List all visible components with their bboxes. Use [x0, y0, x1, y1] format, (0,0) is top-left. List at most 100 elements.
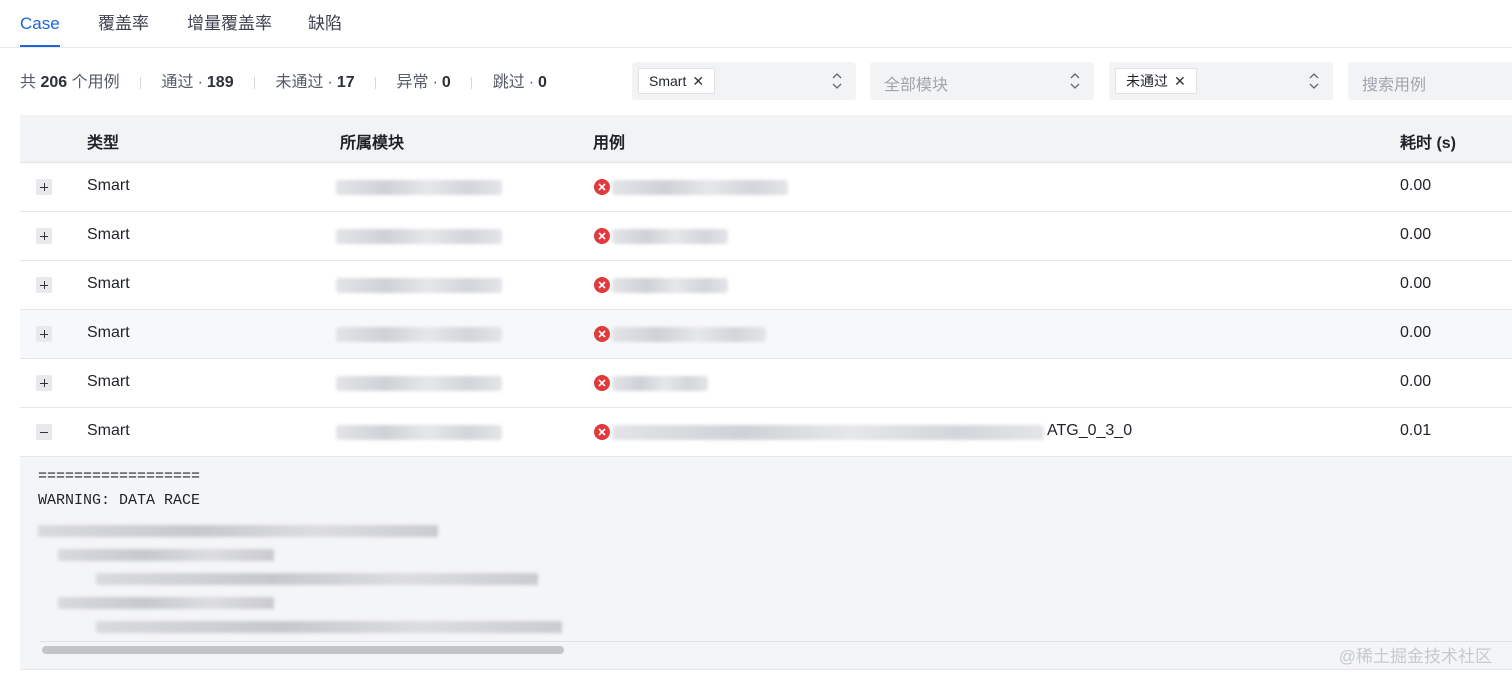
failed-label: 未通过	[275, 74, 324, 91]
cell-duration: 0.01	[1400, 422, 1432, 439]
expand-icon[interactable]	[36, 179, 52, 195]
chip-label: 未通过	[1126, 73, 1168, 89]
redacted-case-name[interactable]	[612, 376, 708, 391]
error-label: 异常	[396, 74, 429, 91]
header-type: 类型	[87, 135, 120, 152]
error-count: 0	[441, 74, 451, 91]
cell-type: Smart	[87, 324, 130, 341]
redacted-log-line	[58, 549, 274, 561]
header-module: 所属模块	[340, 135, 405, 152]
cell-type: Smart	[87, 422, 130, 439]
watermark: @稀土掘金技术社区	[1338, 647, 1492, 666]
dot: ·	[197, 74, 203, 91]
fail-status-icon	[594, 424, 610, 440]
fail-status-icon	[594, 277, 610, 293]
dot: ·	[528, 74, 535, 91]
expand-icon[interactable]	[36, 326, 52, 342]
redacted-module	[336, 327, 502, 342]
chip-remove-icon[interactable]: ✕	[1174, 73, 1186, 89]
horizontal-scrollbar[interactable]	[40, 641, 1512, 659]
expand-icon[interactable]	[36, 228, 52, 244]
scrollbar-thumb[interactable]	[42, 646, 564, 654]
fail-status-icon	[594, 228, 610, 244]
search-case-input[interactable]: 搜索用例	[1348, 62, 1512, 100]
expand-icon[interactable]	[36, 375, 52, 391]
status-filter-chip: 未通过 ✕	[1115, 68, 1197, 94]
table-row-expanded[interactable]: Smart ATG_0_3_0 0.01	[20, 408, 1512, 457]
header-duration: 耗时 (s)	[1400, 135, 1457, 152]
total-prefix: 共	[20, 74, 37, 91]
passed-label: 通过	[161, 74, 194, 91]
skipped-label: 跳过	[492, 74, 525, 91]
table-row[interactable]: Smart 0.00	[20, 212, 1512, 261]
redacted-log-line	[96, 573, 538, 585]
module-placeholder: 全部模块	[884, 77, 949, 94]
divider	[471, 76, 473, 89]
dot: ·	[432, 74, 438, 91]
failed-count: 17	[336, 74, 355, 91]
cell-type: Smart	[87, 177, 130, 194]
case-log-output: ================== WARNING: DATA RACE	[20, 457, 1512, 670]
redacted-case-name[interactable]	[612, 229, 728, 244]
redacted-module	[336, 376, 502, 391]
chevron-up-down-icon	[1309, 71, 1319, 91]
divider	[254, 76, 256, 89]
redacted-module	[336, 278, 502, 293]
redacted-case-name[interactable]	[612, 278, 728, 293]
type-filter-select[interactable]: Smart ✕	[632, 62, 856, 100]
log-line: ==================	[38, 468, 201, 485]
fail-status-icon	[594, 375, 610, 391]
redacted-case-name[interactable]	[612, 425, 1044, 440]
table-row[interactable]: Smart 0.00	[20, 261, 1512, 310]
status-filter-select[interactable]: 未通过 ✕	[1109, 62, 1333, 100]
cell-duration: 0.00	[1400, 177, 1432, 194]
redacted-log-line	[58, 597, 274, 609]
tab-incremental-coverage[interactable]: 增量覆盖率	[187, 12, 272, 46]
case-name-suffix: ATG_0_3_0	[1047, 422, 1133, 439]
collapse-icon[interactable]	[36, 424, 52, 440]
total-count: 206	[40, 74, 68, 91]
table-row[interactable]: Smart 0.00	[20, 163, 1512, 212]
table-row[interactable]: Smart 0.00	[20, 310, 1512, 359]
type-filter-chip: Smart ✕	[638, 68, 716, 94]
expand-icon[interactable]	[36, 277, 52, 293]
log-text: ================== WARNING: DATA RACE	[38, 465, 200, 513]
redacted-log-line	[96, 621, 562, 633]
chevron-up-down-icon	[832, 71, 842, 91]
redacted-module	[336, 180, 502, 195]
cell-duration: 0.00	[1400, 373, 1432, 390]
case-summary: 共 206 个用例 通过 · 189 未通过 · 17 异常 · 0 跳过 · 0	[20, 72, 547, 94]
chip-label: Smart	[649, 73, 687, 89]
redacted-module	[336, 425, 502, 440]
redacted-case-name[interactable]	[612, 327, 766, 342]
fail-status-icon	[594, 179, 610, 195]
table-header: 类型 所属模块 用例 耗时 (s)	[20, 115, 1512, 163]
divider	[375, 76, 377, 89]
cell-duration: 0.00	[1400, 226, 1432, 243]
chevron-up-down-icon	[1070, 71, 1080, 91]
cell-type: Smart	[87, 275, 130, 292]
module-filter-select[interactable]: 全部模块	[870, 62, 1094, 100]
tab-bar: Case 覆盖率 增量覆盖率 缺陷	[0, 0, 1512, 48]
dot: ·	[327, 74, 333, 91]
fail-status-icon	[594, 326, 610, 342]
total-suffix: 个用例	[71, 74, 120, 91]
cell-duration: 0.00	[1400, 324, 1432, 341]
chip-remove-icon[interactable]: ✕	[692, 73, 704, 89]
tab-defects[interactable]: 缺陷	[308, 12, 342, 46]
tab-coverage[interactable]: 覆盖率	[98, 12, 149, 46]
skipped-count: 0	[538, 74, 547, 91]
tab-case[interactable]: Case	[20, 12, 60, 47]
cell-type: Smart	[87, 226, 130, 243]
cell-duration: 0.00	[1400, 275, 1432, 292]
redacted-module	[336, 229, 502, 244]
redacted-log-line	[38, 525, 438, 537]
passed-count: 189	[206, 74, 234, 91]
divider	[140, 76, 142, 89]
header-case: 用例	[593, 135, 626, 152]
log-line: WARNING: DATA RACE	[38, 492, 201, 509]
cell-type: Smart	[87, 373, 130, 390]
redacted-case-name[interactable]	[612, 180, 788, 195]
table-row[interactable]: Smart 0.00	[20, 359, 1512, 408]
search-placeholder: 搜索用例	[1362, 77, 1427, 94]
